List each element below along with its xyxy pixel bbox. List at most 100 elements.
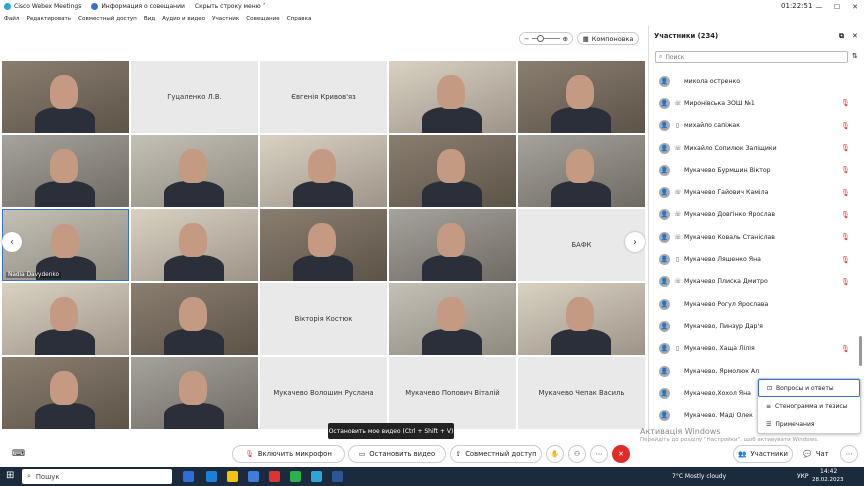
participant-video	[50, 75, 78, 109]
video-tile[interactable]	[389, 209, 516, 281]
maximize-button[interactable]: ☐	[828, 0, 846, 13]
video-tile[interactable]	[2, 357, 129, 429]
zoom-slider[interactable]: − ⊕	[519, 32, 573, 45]
explorer-icon[interactable]	[227, 471, 238, 482]
participant-row[interactable]: 👤 ☏ Мукачево Гайович Каміла 🎙	[649, 181, 859, 203]
taskbar-date[interactable]: 28.02.2023	[812, 477, 844, 483]
video-tile[interactable]: Мукачево Волошин Руслана	[260, 357, 387, 429]
windows-start-icon[interactable]: ⊞	[6, 470, 14, 481]
video-tile[interactable]	[389, 135, 516, 207]
participant-row[interactable]: 👤 ☏ Миронівська ЗОШ №1 🎙	[649, 92, 859, 114]
device-icon: ☏	[674, 278, 682, 286]
menu-share[interactable]: Совместный доступ	[78, 16, 137, 22]
panel-scrollbar[interactable]	[859, 336, 862, 366]
task-view-icon[interactable]	[183, 471, 194, 482]
layout-button[interactable]: ▦ Компоновка	[577, 32, 639, 45]
captions-icon[interactable]: ⌨	[12, 449, 25, 459]
meeting-info-button[interactable]: Информация о совещании	[91, 3, 185, 10]
participant-search-input[interactable]: ⌕ Поиск	[655, 51, 848, 63]
menu-audio-video[interactable]: Аудио и видео	[162, 16, 205, 22]
chrome-icon[interactable]	[290, 471, 301, 482]
mic-button[interactable]: 🎙 Включить микрофон	[232, 445, 345, 463]
mic-muted-icon: 🎙	[841, 210, 850, 219]
participant-row[interactable]: 👤 ☏ Михайло Сопилюк Заліщики 🎙	[649, 137, 859, 159]
word-icon[interactable]	[332, 471, 343, 482]
more-panels-button[interactable]: ⋯	[840, 445, 858, 463]
weather[interactable]: 7°C Mostly cloudy	[672, 473, 726, 480]
windows-taskbar: ⊞ ⌕ Пошук 7°C Mostly cloudy УКР 14:42 28…	[0, 467, 864, 486]
camera-icon: ▭	[358, 450, 366, 458]
video-tile[interactable]	[131, 135, 258, 207]
participant-row[interactable]: 👤 ☏ Мукачево Коваль Станіслав 🎙	[649, 226, 859, 248]
video-tile[interactable]	[260, 209, 387, 281]
raise-hand-button[interactable]: ✋	[546, 445, 564, 463]
video-tile[interactable]	[2, 283, 129, 355]
menu-help[interactable]: Справка	[287, 16, 312, 22]
video-button[interactable]: ▭ Остановить видео	[348, 445, 446, 463]
participant-row[interactable]: 👤 ☏ Мукачево Довгінко Ярослав 🎙	[649, 204, 859, 226]
video-tile[interactable]	[389, 283, 516, 355]
next-page-button[interactable]: ›	[625, 232, 645, 252]
video-tile[interactable]: Мукачево Попович Віталій	[389, 357, 516, 429]
webex-taskbar-icon[interactable]	[311, 471, 322, 482]
participants-button[interactable]: 👥 Участники	[733, 445, 793, 463]
apps-button[interactable]: ⚇	[568, 445, 586, 463]
mic-muted-icon: 🎙	[841, 233, 850, 242]
participant-row[interactable]: 👤 Мукачево, Пинзур Дар'я	[649, 315, 859, 337]
edge-icon[interactable]	[206, 471, 217, 482]
video-tile[interactable]	[2, 61, 129, 133]
chat-button[interactable]: 💬 Чат	[798, 445, 834, 463]
language[interactable]: УКР	[797, 473, 809, 480]
video-tile[interactable]	[518, 283, 645, 355]
close-panel-icon[interactable]: ✕	[852, 32, 858, 40]
video-tile[interactable]: Мукачево Чепак Василь	[518, 357, 645, 429]
participant-name: Мукачево Довгінко Ярослав	[684, 211, 775, 219]
zoom-slider-handle[interactable]	[537, 34, 545, 42]
menu-file[interactable]: Файл	[4, 16, 19, 22]
menu-item-qa[interactable]: ⊡ Вопросы и ответы	[758, 379, 860, 397]
menu-edit[interactable]: Редактировать	[26, 16, 71, 22]
participant-name: Мукачево Рогул Ярослава	[684, 300, 769, 308]
leave-meeting-button[interactable]: ✕	[612, 445, 630, 463]
menu-view[interactable]: Вид	[144, 16, 155, 22]
participant-row[interactable]: 👤 ▯ михайло сапіжак 🎙	[649, 115, 859, 137]
hide-menu-button[interactable]: Скрыть строку меню ˄	[195, 3, 266, 10]
participant-row[interactable]: 👤 Мукачево Рогул Ярослава	[649, 293, 859, 315]
video-tile[interactable]: Євгенія Кривов'яз	[260, 61, 387, 133]
prev-page-button[interactable]: ‹	[2, 232, 22, 252]
popout-icon[interactable]: ⧉	[839, 32, 844, 41]
video-tile[interactable]	[2, 135, 129, 207]
more-options-button[interactable]: ⋯	[590, 445, 608, 463]
panel-header: Участники (234) ⧉ ✕	[649, 26, 864, 46]
video-tile[interactable]	[131, 209, 258, 281]
menu-item-notes[interactable]: ☰ Примечания	[758, 415, 860, 433]
video-tile[interactable]: Гуцаленко Л.В.	[131, 61, 258, 133]
minimize-button[interactable]: —	[810, 0, 828, 13]
participant-row[interactable]: 👤 микола остренко	[649, 70, 859, 92]
video-tile[interactable]: Вікторія Костюк	[260, 283, 387, 355]
close-window-button[interactable]: ✕	[846, 0, 864, 13]
video-tile[interactable]	[260, 135, 387, 207]
mic-muted-icon: 🎙	[841, 144, 850, 153]
sort-icon[interactable]: ⇅	[852, 52, 858, 60]
video-tile[interactable]	[518, 61, 645, 133]
video-tile[interactable]	[131, 283, 258, 355]
menu-participant[interactable]: Участник	[212, 16, 239, 22]
video-tile[interactable]	[389, 61, 516, 133]
menu-meeting[interactable]: Совещание	[246, 16, 280, 22]
participant-video	[308, 223, 336, 257]
store-icon[interactable]	[248, 471, 259, 482]
participant-row[interactable]: 👤 ▯ Мукачево, Хаща Лілія 🎙	[649, 338, 859, 360]
video-tile[interactable]	[518, 135, 645, 207]
taskbar-time[interactable]: 14:42	[820, 468, 837, 475]
taskbar-search-input[interactable]: ⌕ Пошук	[22, 469, 172, 484]
device-icon: ▯	[675, 345, 680, 353]
menu-item-transcript[interactable]: ≡ Стенограмма и тезисы	[758, 397, 860, 415]
participant-name: Михайло Сопилюк Заліщики	[684, 144, 777, 152]
video-tile[interactable]	[131, 357, 258, 429]
app-red-icon[interactable]	[269, 471, 280, 482]
participant-row[interactable]: 👤 ☏ Мукачево Плиска Дмитро 🎙	[649, 271, 859, 293]
share-button[interactable]: ⇪ Совместный доступ	[450, 445, 542, 463]
participant-row[interactable]: 👤 Мукачево Бурмшин Віктор 🎙	[649, 159, 859, 181]
participant-row[interactable]: 👤 ▯ Мукачево Ляшенко Яна 🎙	[649, 248, 859, 270]
